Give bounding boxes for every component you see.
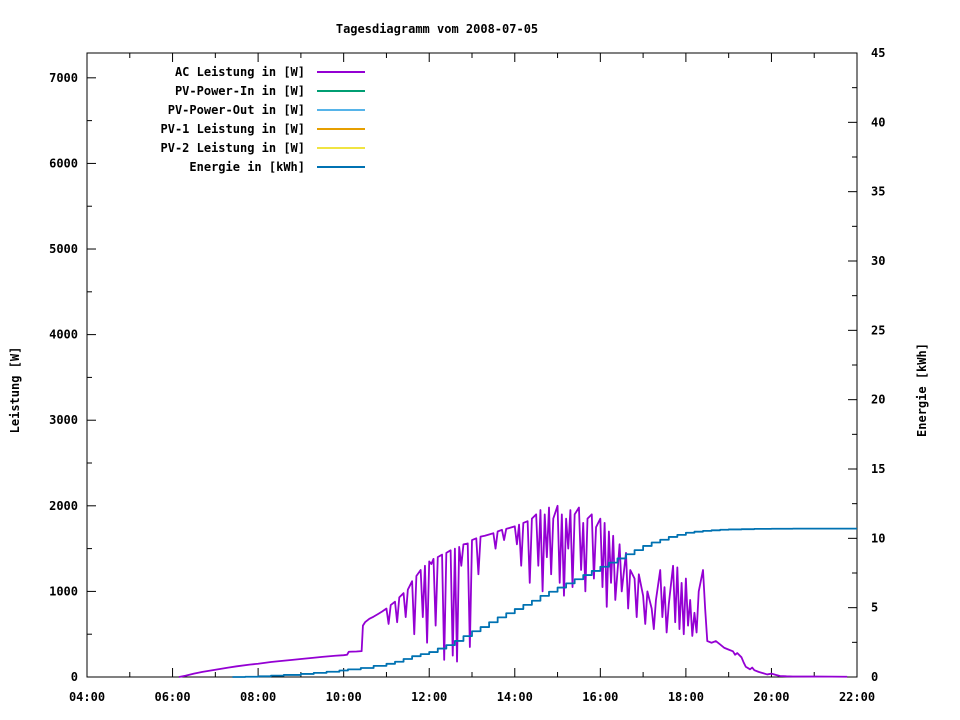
right-y-tick-label: 10 — [871, 531, 885, 545]
x-tick-label: 16:00 — [582, 690, 618, 704]
left-y-tick-label: 2000 — [49, 499, 78, 513]
right-y-tick-label: 5 — [871, 601, 878, 615]
chart-page: Tagesdiagramm vom 2008-07-05 Leistung [W… — [0, 0, 960, 720]
right-y-tick-label: 35 — [871, 185, 885, 199]
x-tick-label: 20:00 — [753, 690, 789, 704]
right-y-tick-label: 40 — [871, 115, 885, 129]
plot-area: 04:00 06:00 08:00 10:00 12:00 14:00 16:00 18:00… — [49, 46, 885, 704]
left-y-tick-label: 7000 — [49, 71, 78, 85]
left-y-tick-label: 5000 — [49, 242, 78, 256]
right-y-tick-label: 20 — [871, 393, 885, 407]
x-tick-label: 14:00 — [497, 690, 533, 704]
x-tick-label: 22:00 — [839, 690, 875, 704]
x-tick-label: 18:00 — [668, 690, 704, 704]
series-line-1 — [232, 527, 857, 678]
right-y-tick-label: 30 — [871, 254, 885, 268]
left-y-tick-label: 6000 — [49, 156, 78, 170]
right-y-tick-label: 0 — [871, 670, 878, 684]
x-tick-label: 10:00 — [326, 690, 362, 704]
right-y-tick-label: 45 — [871, 46, 885, 60]
x-tick-label: 08:00 — [240, 690, 276, 704]
x-tick-label: 06:00 — [154, 690, 190, 704]
left-y-tick-label: 0 — [71, 670, 78, 684]
left-y-tick-label: 3000 — [49, 413, 78, 427]
right-y-tick-label: 25 — [871, 323, 885, 337]
right-y-tick-label: 15 — [871, 462, 885, 476]
series-line-0 — [178, 504, 848, 678]
left-y-tick-label: 1000 — [49, 584, 78, 598]
left-y-tick-label: 4000 — [49, 328, 78, 342]
x-tick-label: 12:00 — [411, 690, 447, 704]
x-tick-label: 04:00 — [69, 690, 105, 704]
